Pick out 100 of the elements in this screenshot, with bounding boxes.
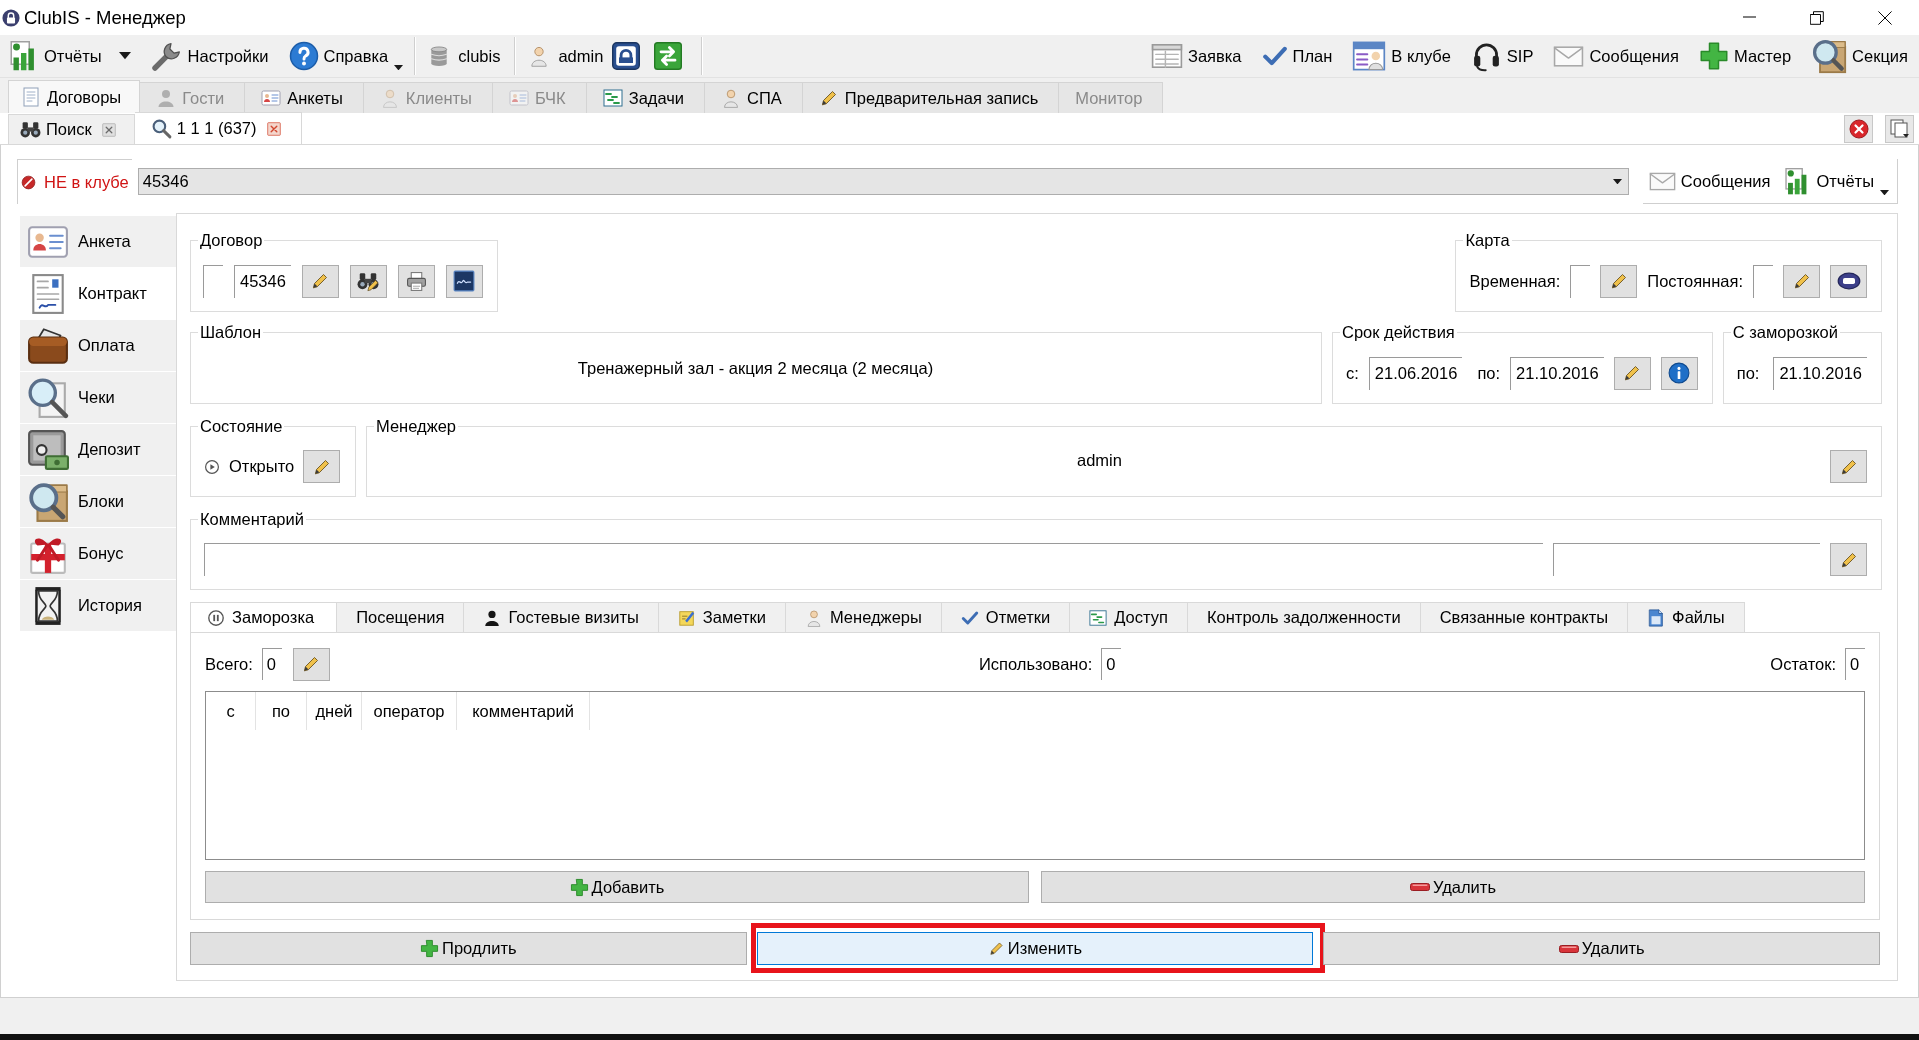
lock-button[interactable] xyxy=(611,41,642,71)
field-label: по: xyxy=(1736,363,1760,383)
edit-button[interactable] xyxy=(1830,450,1867,483)
sidebar-item[interactable]: Чеки xyxy=(20,372,176,424)
tab[interactable]: Файлы xyxy=(1628,602,1745,632)
caret-icon xyxy=(1880,189,1889,195)
exit-button[interactable] xyxy=(653,41,684,71)
toolbar-button[interactable]: Сообщения xyxy=(1644,162,1775,200)
print-button[interactable] xyxy=(397,264,435,298)
toolbar-button[interactable]: SIP xyxy=(1465,37,1539,75)
count-field[interactable]: 0 xyxy=(1845,648,1865,680)
swap-arrows-icon xyxy=(654,42,683,70)
action-button[interactable]: Продлить xyxy=(190,932,747,965)
tab[interactable]: Заморозка xyxy=(190,602,338,632)
box-magnifier-icon xyxy=(27,480,69,523)
toolbar-button[interactable]: План xyxy=(1256,37,1338,75)
user-list-icon xyxy=(1352,39,1387,73)
edit-button[interactable] xyxy=(292,647,330,681)
caret-icon xyxy=(118,52,131,60)
box-magnifier-icon xyxy=(1811,38,1848,74)
close-icon[interactable] xyxy=(101,122,116,137)
tab[interactable]: Гостевые визиты xyxy=(464,602,659,632)
toolbar-button[interactable]: Справка xyxy=(283,37,409,75)
group-title: Менеджер xyxy=(374,417,459,435)
sidebar-item[interactable]: Оплата xyxy=(20,320,176,372)
close-icon[interactable] xyxy=(266,121,281,136)
contract-number-field[interactable]: 45346 xyxy=(234,264,291,298)
tab[interactable]: Отметки xyxy=(941,602,1071,632)
id-card-icon xyxy=(508,88,529,108)
tab[interactable]: Посещения xyxy=(337,602,465,632)
info-button[interactable] xyxy=(1660,356,1698,390)
toolbar-button[interactable]: Отчёты xyxy=(1780,162,1893,200)
group-title: Шаблон xyxy=(198,323,264,341)
pause-icon xyxy=(207,608,225,627)
toolbar-button[interactable]: Настройки xyxy=(145,37,274,75)
close-icon xyxy=(1878,10,1892,25)
action-button[interactable]: Удалить xyxy=(1323,932,1880,965)
tab[interactable]: Анкеты xyxy=(245,82,364,113)
field-label: с: xyxy=(1345,363,1359,383)
tab[interactable]: Договоры xyxy=(8,80,141,113)
count-field[interactable]: 0 xyxy=(1101,648,1122,680)
tab[interactable]: Заметки xyxy=(658,602,786,632)
id-card-icon xyxy=(261,88,282,108)
edit-button[interactable] xyxy=(1613,356,1651,390)
sidebar-item[interactable]: История xyxy=(20,580,176,632)
tab[interactable]: Поиск xyxy=(8,114,135,144)
magnifier-icon xyxy=(27,376,69,419)
edit-button[interactable] xyxy=(301,264,339,298)
window-list-button[interactable] xyxy=(1885,114,1914,143)
tab[interactable]: Менеджеры xyxy=(785,602,942,632)
column-header: с xyxy=(206,692,256,730)
tab[interactable]: СПА xyxy=(705,82,803,113)
date-field[interactable]: 21.06.2016 xyxy=(1368,356,1463,390)
column-header: комментарий xyxy=(457,692,590,730)
note-icon xyxy=(677,608,696,627)
tab[interactable]: 1 1 1 (637) xyxy=(134,112,302,144)
toolbar-button[interactable]: Заявка xyxy=(1145,37,1247,75)
minus-icon xyxy=(1558,944,1579,953)
window-title: ClubIS - Менеджер xyxy=(24,6,186,29)
toolbar-button[interactable]: Секция xyxy=(1806,37,1913,75)
sidebar-item[interactable]: Бонус xyxy=(20,528,176,580)
sidebar-item[interactable]: Депозит xyxy=(20,424,176,476)
toolbar-button[interactable]: Отчёты xyxy=(4,37,136,75)
edit-button[interactable] xyxy=(1600,264,1638,298)
search-button[interactable] xyxy=(349,264,387,298)
group-title: Комментарий xyxy=(198,510,306,528)
toolbar-button[interactable]: Сообщения xyxy=(1548,37,1684,75)
date-field[interactable]: 21.10.2016 xyxy=(1510,356,1604,390)
toolbar-button[interactable]: Мастер xyxy=(1694,37,1797,75)
edit-button[interactable] xyxy=(303,450,341,483)
tab[interactable]: Контроль задолженности xyxy=(1187,602,1421,632)
card-number-combo[interactable]: 45346 xyxy=(137,168,1629,195)
task-list-icon xyxy=(602,88,623,108)
close-tab-button[interactable] xyxy=(1844,114,1873,143)
count-field[interactable]: 0 xyxy=(261,648,282,680)
group-title: Состояние xyxy=(198,417,285,435)
sidebar-item[interactable]: Блоки xyxy=(20,476,176,528)
column-header: по xyxy=(256,692,307,730)
caret-icon xyxy=(394,64,404,70)
action-button[interactable]: Изменить xyxy=(756,932,1314,965)
toolbar-button[interactable]: В клубе xyxy=(1347,37,1456,75)
signature-button[interactable] xyxy=(445,264,483,298)
column-header: дней xyxy=(307,692,362,730)
plus-icon xyxy=(569,877,589,897)
binoculars-icon xyxy=(20,119,41,140)
date-field[interactable]: 21.10.2016 xyxy=(1773,356,1867,390)
tab[interactable]: Доступ xyxy=(1070,602,1188,632)
sidebar-item[interactable]: Анкета xyxy=(20,216,176,268)
tab[interactable]: Задачи xyxy=(586,82,706,113)
pencil-icon xyxy=(987,940,1005,957)
tab[interactable]: Предварительная запись xyxy=(802,82,1060,113)
manager-name: admin xyxy=(1077,451,1122,470)
card-button[interactable] xyxy=(1830,264,1867,298)
action-button[interactable]: Добавить xyxy=(205,871,1029,903)
field-label: по: xyxy=(1477,363,1501,383)
binoculars-pencil-icon xyxy=(357,270,380,292)
action-button[interactable]: Удалить xyxy=(1041,871,1865,903)
tab[interactable]: Связанные контракты xyxy=(1420,602,1629,632)
edit-button[interactable] xyxy=(1830,543,1867,576)
edit-button[interactable] xyxy=(1783,264,1820,298)
